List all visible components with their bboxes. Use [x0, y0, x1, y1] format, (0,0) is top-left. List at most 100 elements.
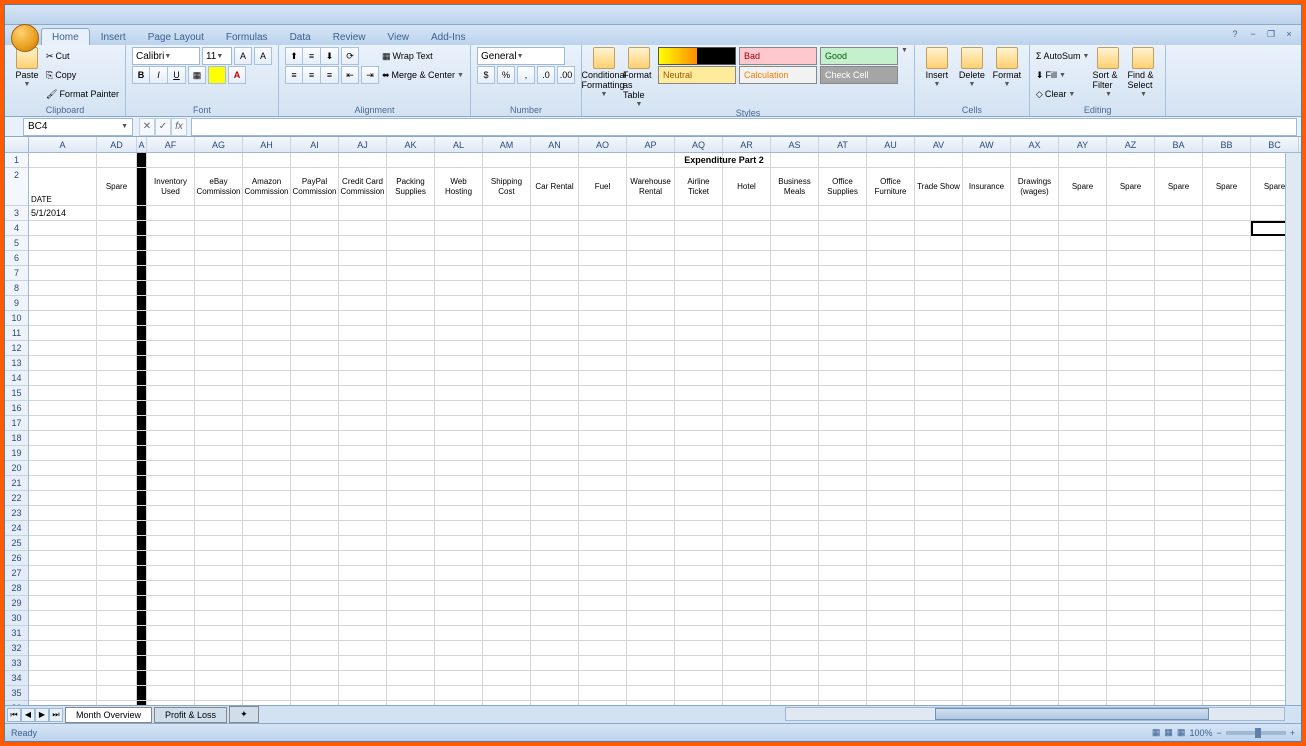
cell[interactable]: [531, 491, 579, 506]
cell[interactable]: [915, 626, 963, 641]
cell[interactable]: [819, 206, 867, 221]
cell[interactable]: [627, 641, 675, 656]
cell[interactable]: [771, 461, 819, 476]
cell[interactable]: [915, 326, 963, 341]
cell[interactable]: [147, 596, 195, 611]
cell[interactable]: [97, 521, 137, 536]
cell[interactable]: [291, 401, 339, 416]
cell[interactable]: [1155, 626, 1203, 641]
sheet-nav-next[interactable]: ▶: [35, 708, 49, 722]
cell[interactable]: [483, 296, 531, 311]
header-cell[interactable]: Shipping Cost: [483, 168, 531, 206]
cell[interactable]: [97, 153, 137, 168]
align-left-button[interactable]: ≡: [285, 66, 303, 84]
cell[interactable]: [1155, 566, 1203, 581]
cell[interactable]: [819, 521, 867, 536]
cell[interactable]: [483, 686, 531, 701]
column-header[interactable]: AH: [243, 137, 291, 152]
row-header[interactable]: 16: [5, 401, 28, 416]
cut-button[interactable]: ✂ Cut: [46, 47, 119, 65]
cell[interactable]: [97, 266, 137, 281]
row-header[interactable]: 11: [5, 326, 28, 341]
italic-button[interactable]: I: [150, 66, 168, 84]
cell[interactable]: [771, 626, 819, 641]
cell[interactable]: [339, 671, 387, 686]
cell[interactable]: [579, 611, 627, 626]
cell[interactable]: [1203, 386, 1251, 401]
cell[interactable]: [1203, 641, 1251, 656]
cell[interactable]: [675, 221, 723, 236]
cell[interactable]: [387, 401, 435, 416]
view-break-icon[interactable]: ▦: [1177, 727, 1186, 738]
cell[interactable]: [435, 476, 483, 491]
cell[interactable]: [483, 506, 531, 521]
view-layout-icon[interactable]: ▦: [1164, 727, 1173, 738]
cell[interactable]: [963, 521, 1011, 536]
cell[interactable]: [435, 386, 483, 401]
cell[interactable]: [339, 686, 387, 701]
cell[interactable]: [1011, 581, 1059, 596]
cell[interactable]: [867, 311, 915, 326]
column-header[interactable]: AZ: [1107, 137, 1155, 152]
cell[interactable]: [291, 641, 339, 656]
cell[interactable]: [97, 506, 137, 521]
vertical-scrollbar[interactable]: [1285, 153, 1301, 705]
cell[interactable]: [147, 686, 195, 701]
cell[interactable]: [867, 626, 915, 641]
cell[interactable]: [531, 281, 579, 296]
cell[interactable]: [771, 341, 819, 356]
cell[interactable]: [483, 656, 531, 671]
cell[interactable]: [579, 251, 627, 266]
cell[interactable]: [963, 641, 1011, 656]
cell[interactable]: [819, 221, 867, 236]
column-header[interactable]: AL: [435, 137, 483, 152]
row-header[interactable]: 9: [5, 296, 28, 311]
cell[interactable]: [483, 386, 531, 401]
cell[interactable]: [147, 641, 195, 656]
cell[interactable]: [387, 656, 435, 671]
cell[interactable]: [675, 491, 723, 506]
cell[interactable]: [339, 581, 387, 596]
cell[interactable]: [291, 566, 339, 581]
cell[interactable]: [195, 476, 243, 491]
cell[interactable]: [291, 656, 339, 671]
cell[interactable]: [483, 431, 531, 446]
view-normal-icon[interactable]: ▦: [1152, 727, 1161, 738]
cell[interactable]: [435, 371, 483, 386]
cell[interactable]: [387, 686, 435, 701]
cell[interactable]: [243, 236, 291, 251]
cell[interactable]: [291, 506, 339, 521]
cell[interactable]: [137, 611, 147, 626]
cell[interactable]: [387, 671, 435, 686]
zoom-slider[interactable]: [1226, 731, 1286, 735]
cell[interactable]: [137, 341, 147, 356]
cell[interactable]: [97, 446, 137, 461]
cell[interactable]: [1155, 416, 1203, 431]
sheet-tab-pl[interactable]: Profit & Loss: [154, 707, 227, 723]
cell[interactable]: [1107, 206, 1155, 221]
decrease-indent-button[interactable]: ⇤: [341, 66, 359, 84]
cell[interactable]: [531, 371, 579, 386]
help-icon[interactable]: ?: [1227, 27, 1243, 41]
cell[interactable]: [771, 296, 819, 311]
cell[interactable]: [579, 551, 627, 566]
cell[interactable]: [195, 326, 243, 341]
cell[interactable]: [243, 536, 291, 551]
cell[interactable]: [483, 641, 531, 656]
cell[interactable]: [137, 311, 147, 326]
cell[interactable]: [137, 251, 147, 266]
cell[interactable]: [147, 611, 195, 626]
cell[interactable]: [1155, 551, 1203, 566]
cell[interactable]: [819, 296, 867, 311]
cell[interactable]: [1011, 641, 1059, 656]
cell[interactable]: [387, 581, 435, 596]
row-header[interactable]: 5: [5, 236, 28, 251]
cell[interactable]: [387, 236, 435, 251]
cell[interactable]: [339, 251, 387, 266]
cell[interactable]: [387, 626, 435, 641]
cell[interactable]: [531, 641, 579, 656]
row-header[interactable]: 29: [5, 596, 28, 611]
column-header[interactable]: BA: [1155, 137, 1203, 152]
cell[interactable]: [147, 551, 195, 566]
cell[interactable]: [627, 281, 675, 296]
